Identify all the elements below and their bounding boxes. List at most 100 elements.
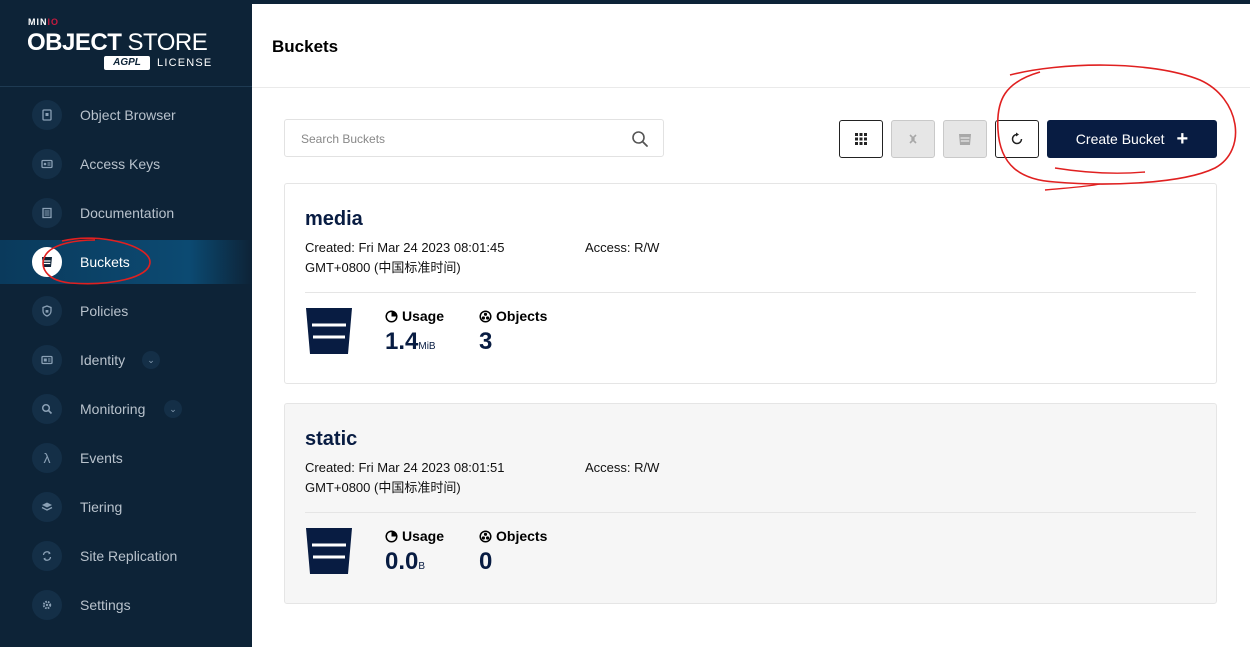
search-icon[interactable] [631,130,649,148]
usage-label: Usage [402,308,445,324]
sidebar-item-object-browser[interactable]: Object Browser [0,93,252,137]
bucket-card-media[interactable]: media Created: Fri Mar 24 2023 08:01:45 … [284,183,1217,384]
product-title-light: STORE [121,29,208,56]
layers-icon [32,492,62,522]
lambda-icon: λ [32,443,62,473]
usage-metric: Usage 1.4MiB [385,308,444,356]
objects-value: 3 [479,328,493,355]
bucket-created: Created: Fri Mar 24 2023 08:01:45 GMT+08… [305,238,555,278]
bucket-name[interactable]: media [305,208,363,231]
bucket-icon [32,247,62,277]
sidebar-item-site-replication[interactable]: Site Replication [0,534,252,578]
usage-value: 1.4 [385,328,419,355]
create-bucket-button[interactable]: Create Bucket + [1047,120,1217,158]
grid-icon [855,133,867,145]
pie-chart-icon [385,529,398,543]
card-divider [305,292,1196,293]
sidebar-item-policies[interactable]: Policies [0,289,252,333]
refresh-icon [1011,132,1023,145]
app-window: MINIO OBJECT STORE AGPL LICENSE Object B… [0,0,1250,647]
sync-icon [32,541,62,571]
sidebar-item-label: Monitoring [80,401,146,417]
sidebar-item-documentation[interactable]: Documentation [0,191,252,235]
sidebar-item-label: Documentation [80,205,175,221]
sidebar-item-identity[interactable]: Identity ⌄ [0,338,252,382]
usage-metric: Usage 0.0B [385,528,444,576]
bucket-access: Access: R/W [585,240,660,255]
access-keys-icon [32,149,62,179]
bucket-name[interactable]: static [305,428,357,451]
sidebar-item-events[interactable]: λ Events [0,436,252,480]
sidebar-item-label: Site Replication [80,548,178,564]
agpl-badge: AGPL [104,56,150,70]
page-title: Buckets [272,37,339,56]
id-card-icon [32,345,62,375]
annotation-stroke-create-bucket [1054,167,1146,174]
usage-unit: MiB [418,341,436,352]
sidebar-item-label: Events [80,450,123,466]
bucket-created-line: GMT+0800 (中国标准时间) [305,480,461,495]
usage-label: Usage [402,528,445,544]
refresh-button[interactable] [995,120,1039,158]
sidebar-item-label: Identity [80,352,126,368]
search-box [284,119,664,157]
bucket-created: Created: Fri Mar 24 2023 08:01:51 GMT+08… [305,458,555,498]
replication-icon [909,134,917,144]
grid-view-button[interactable] [839,120,883,158]
bucket-icon [306,528,352,574]
sidebar-item-settings[interactable]: Settings [0,583,252,627]
usage-value-row: 0.0B [385,548,444,576]
bucket-created-line: GMT+0800 (中国标准时间) [305,260,461,275]
sidebar-item-tiering[interactable]: Tiering [0,485,252,529]
lifecycle-button[interactable] [943,120,987,158]
objects-icon [479,309,492,323]
usage-unit: B [418,561,426,572]
product-title: OBJECT STORE [27,29,208,57]
sidebar-item-label: Object Browser [80,107,176,123]
sidebar-item-label: Tiering [80,499,123,515]
bucket-created-line: Created: Fri Mar 24 2023 08:01:45 [305,240,505,255]
search-input[interactable] [301,129,621,149]
pie-chart-icon [385,309,398,323]
documentation-icon [32,198,62,228]
usage-value-row: 1.4MiB [385,328,444,356]
plus-icon: + [1176,128,1189,150]
objects-metric: Objects 0 [479,528,547,576]
objects-label: Objects [496,308,548,324]
objects-value: 0 [479,548,493,575]
chevron-down-icon[interactable]: ⌄ [142,351,160,369]
sidebar-item-buckets[interactable]: Buckets [0,240,252,284]
logo: MINIO OBJECT STORE AGPL LICENSE [0,0,252,87]
bucket-access: Access: R/W [585,460,660,475]
object-browser-icon [32,100,62,130]
bucket-lifecycle-icon [959,134,971,145]
sidebar-item-access-keys[interactable]: Access Keys [0,142,252,186]
product-title-bold: OBJECT [27,29,122,56]
page-header: Buckets [252,4,1250,88]
create-bucket-label: Create Bucket [1075,131,1165,147]
sidebar-item-label: Policies [80,303,129,319]
chevron-down-icon[interactable]: ⌄ [164,400,182,418]
objects-label-row: Objects [479,528,547,544]
bucket-card-static[interactable]: static Created: Fri Mar 24 2023 08:01:51… [284,403,1217,604]
brand-min-text: MIN [28,17,48,27]
usage-label-row: Usage [385,308,444,324]
bucket-icon [306,308,352,354]
sidebar-item-monitoring[interactable]: Monitoring ⌄ [0,387,252,431]
sidebar-item-label: Buckets [80,254,130,270]
minio-brand: MINIO [28,17,59,27]
card-divider [305,512,1196,513]
usage-label-row: Usage [385,528,444,544]
brand-io-text: IO [47,17,60,27]
sidebar-item-label: Settings [80,597,131,613]
objects-label-row: Objects [479,308,547,324]
objects-icon [479,529,492,543]
search-icon [32,394,62,424]
bucket-created-line: Created: Fri Mar 24 2023 08:01:51 [305,460,505,475]
license-label: LICENSE [157,57,213,69]
replication-button[interactable] [891,120,935,158]
shield-icon [32,296,62,326]
sidebar-item-label: Access Keys [80,156,161,172]
gear-icon [32,590,62,620]
objects-label: Objects [496,528,548,544]
